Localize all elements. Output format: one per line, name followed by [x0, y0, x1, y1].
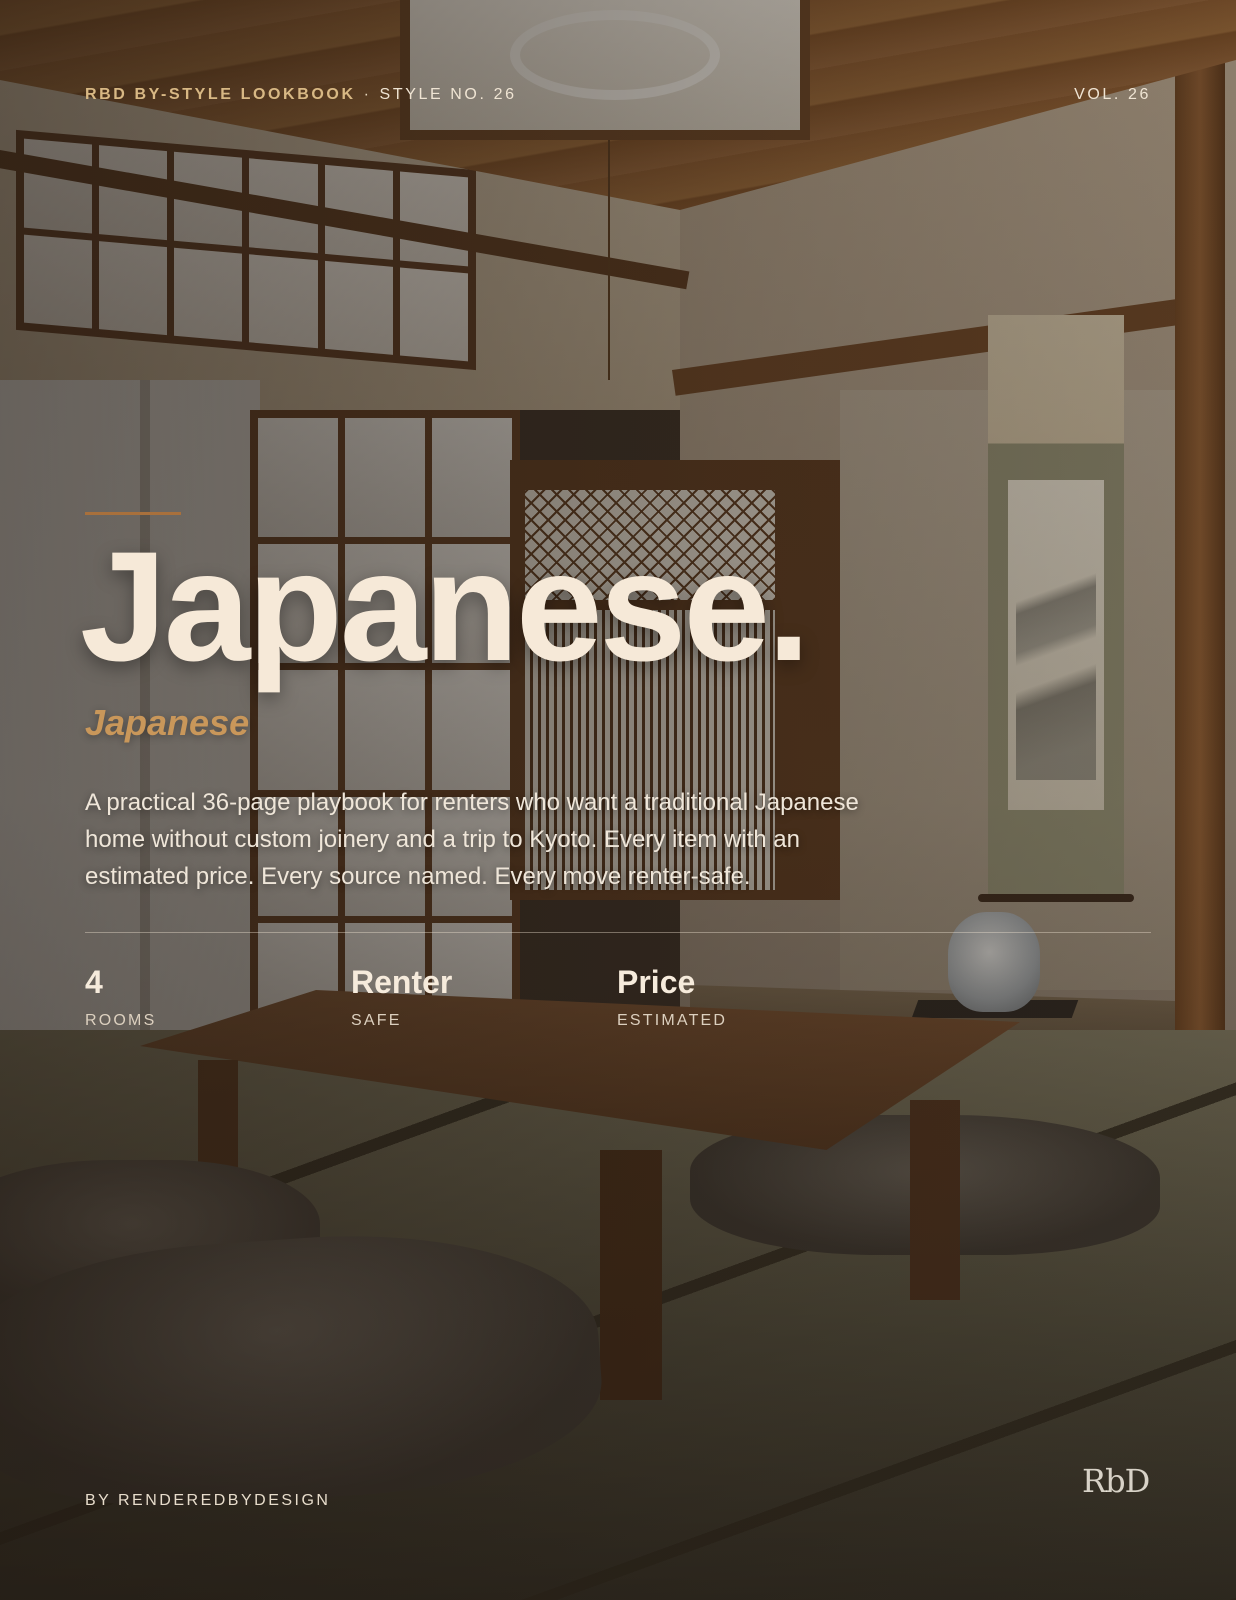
- divider: [85, 932, 1151, 933]
- stat-value: 4: [85, 964, 103, 1000]
- stat-rooms: 4 ROOMS: [85, 966, 351, 1030]
- cover-content: RBD BY-STYLE LOOKBOOK · STYLE NO. 26 VOL. …: [0, 0, 1236, 1600]
- lookbook-cover: RBD BY-STYLE LOOKBOOK · STYLE NO. 26 VOL. …: [0, 0, 1236, 1600]
- brand-name: RBD BY-STYLE LOOKBOOK: [85, 86, 356, 103]
- stat-renter-safe: Renter SAFE: [351, 966, 617, 1030]
- stat-value: Price: [617, 964, 696, 1000]
- volume-number: VOL. 26: [1074, 86, 1151, 103]
- cover-header: RBD BY-STYLE LOOKBOOK · STYLE NO. 26 VOL. …: [85, 86, 1151, 104]
- rbd-logo: RbD: [1082, 1462, 1150, 1500]
- stat-label: SAFE: [351, 1012, 402, 1029]
- cover-title: Japanese.: [80, 520, 810, 694]
- stat-price-estimated: Price ESTIMATED: [617, 966, 883, 1030]
- stat-label: ESTIMATED: [617, 1012, 728, 1029]
- accent-rule: [85, 512, 181, 515]
- byline: BY RENDEREDBYDESIGN: [85, 1492, 331, 1509]
- cover-subtitle: Japanese: [85, 702, 250, 743]
- stats-row: 4 ROOMS Renter SAFE Price ESTIMATED: [85, 966, 883, 1030]
- stat-label: ROOMS: [85, 1012, 157, 1029]
- stat-value: Renter: [351, 964, 453, 1000]
- cover-description: A practical 36-page playbook for renters…: [85, 789, 859, 890]
- style-number: STYLE NO. 26: [379, 86, 517, 103]
- header-separator: ·: [363, 86, 372, 103]
- series-line: RBD BY-STYLE LOOKBOOK · STYLE NO. 26: [85, 86, 517, 104]
